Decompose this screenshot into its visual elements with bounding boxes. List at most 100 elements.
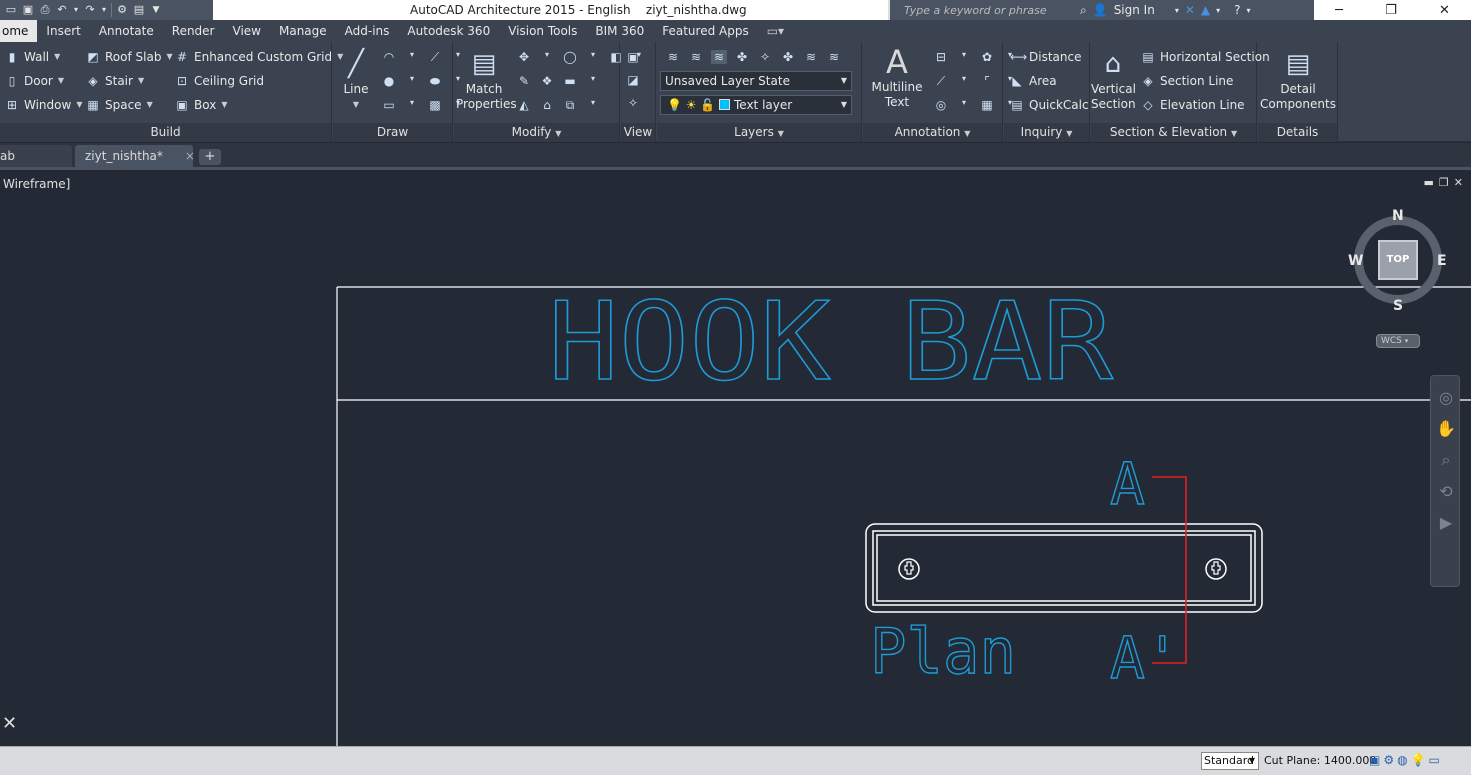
compass-south[interactable]: S bbox=[1393, 298, 1403, 314]
minimize-icon[interactable]: ─ bbox=[1335, 3, 1343, 18]
dropdown-icon[interactable]: ▾ bbox=[585, 50, 601, 64]
redo-dropdown-icon[interactable]: ▾ bbox=[100, 3, 108, 17]
trim-icon[interactable]: ✎ bbox=[516, 74, 532, 88]
annotation-monitor-icon[interactable]: ▣ bbox=[1369, 753, 1380, 767]
dropdown-icon[interactable]: ▾ bbox=[585, 74, 601, 88]
ribbon-minimize-icon[interactable]: ▭▾ bbox=[758, 20, 784, 42]
rectangle-icon[interactable]: ▭ bbox=[381, 98, 397, 112]
elevation-line-button[interactable]: ◇ Elevation Line bbox=[1141, 94, 1244, 116]
roof-slab-button[interactable]: ◩ Roof Slab ▼ bbox=[86, 46, 172, 68]
area-button[interactable]: ◣ Area bbox=[1010, 70, 1056, 92]
rotate-icon[interactable]: ◯ bbox=[562, 50, 578, 64]
box-button[interactable]: ▣ Box ▼ bbox=[175, 94, 227, 116]
dropdown-icon[interactable]: ▾ bbox=[404, 74, 420, 89]
close-tab-icon[interactable]: × bbox=[185, 149, 195, 163]
display-configuration-combo[interactable]: Standard ▼ bbox=[1201, 752, 1259, 770]
screw-hole-left[interactable] bbox=[898, 558, 920, 580]
panel-title-layers[interactable]: Layers ▼ bbox=[657, 123, 861, 142]
viewcube-top-face[interactable]: TOP bbox=[1378, 240, 1418, 280]
print-icon[interactable]: ⎙ bbox=[38, 3, 52, 17]
steering-wheel-icon[interactable]: ◎ bbox=[1431, 388, 1461, 407]
scale-icon[interactable]: ⌂ bbox=[539, 98, 555, 113]
door-button[interactable]: ▯ Door ▼ bbox=[5, 70, 64, 92]
layer-lock-icon[interactable]: ≋ bbox=[803, 50, 819, 64]
array-icon[interactable]: ⧉ bbox=[562, 98, 578, 113]
section-label-bottom[interactable]: A' bbox=[1109, 623, 1180, 692]
ellipse-icon[interactable]: ⬬ bbox=[427, 74, 443, 89]
panel-title-inquiry[interactable]: Inquiry ▼ bbox=[1004, 123, 1089, 142]
ucs-icon[interactable]: ✧ bbox=[625, 96, 641, 110]
tab-insert[interactable]: Insert bbox=[37, 20, 89, 42]
compass-west[interactable]: W bbox=[1348, 253, 1363, 269]
view-cube-icon[interactable]: ▣ bbox=[625, 50, 641, 64]
layer-freeze-icon[interactable]: ✤ bbox=[780, 50, 796, 64]
file-tab-previous[interactable]: ab bbox=[0, 145, 72, 167]
wcs-menu[interactable]: WCS ▾ bbox=[1376, 334, 1420, 348]
showmotion-icon[interactable]: ▶ bbox=[1431, 513, 1461, 532]
tab-vision-tools[interactable]: Vision Tools bbox=[499, 20, 586, 42]
clean-screen-icon[interactable]: ▭ bbox=[1429, 753, 1440, 767]
space-button[interactable]: ▦ Space ▼ bbox=[86, 94, 152, 116]
tab-autodesk-360[interactable]: Autodesk 360 bbox=[398, 20, 499, 42]
undo-dropdown-icon[interactable]: ▾ bbox=[72, 3, 80, 17]
restore-icon[interactable]: ❐ bbox=[1385, 3, 1397, 18]
search-input[interactable] bbox=[904, 1, 1074, 19]
copy-icon[interactable]: ❖ bbox=[539, 74, 555, 88]
drawing-canvas[interactable]: Wireframe] ▬ ❐ ✕ HOOK BAR A A' Plan TOP … bbox=[0, 170, 1471, 746]
pan-hand-icon[interactable]: ✋ bbox=[1431, 419, 1461, 438]
save-icon[interactable]: ▣ bbox=[21, 3, 35, 17]
workspace-switch-icon[interactable]: ⚙ bbox=[1383, 753, 1394, 767]
leader-icon[interactable]: ⟋ bbox=[933, 74, 949, 89]
dropdown-icon[interactable]: ▾ bbox=[956, 74, 972, 89]
stretch-icon[interactable]: ▬ bbox=[562, 74, 578, 88]
table-icon[interactable]: ▦ bbox=[979, 98, 995, 112]
layer-previous-icon[interactable]: ≋ bbox=[711, 50, 727, 64]
exchange-icon[interactable]: ✕ bbox=[1185, 3, 1195, 17]
panel-title-modify[interactable]: Modify ▼ bbox=[454, 123, 619, 142]
properties-icon[interactable]: ▤ bbox=[132, 3, 146, 17]
help-dropdown-icon[interactable]: ▾ bbox=[1247, 6, 1251, 15]
panel-title-view[interactable]: View bbox=[621, 123, 655, 142]
zoom-extents-icon[interactable]: ⌕ bbox=[1431, 450, 1461, 470]
viewcube[interactable]: TOP N S E W WCS ▾ bbox=[1348, 206, 1448, 348]
user-icon[interactable]: 👤 bbox=[1093, 3, 1108, 17]
file-tab-ziyt-nishtha[interactable]: ziyt_nishtha* × bbox=[75, 145, 195, 167]
hatch-icon[interactable]: ▩ bbox=[427, 98, 443, 112]
new-tab-icon[interactable]: + bbox=[199, 149, 221, 165]
layer-state-combo[interactable]: Unsaved Layer State ▼ bbox=[660, 71, 852, 91]
ceiling-grid-button[interactable]: ⊡ Ceiling Grid bbox=[175, 70, 264, 92]
customize-qat-icon[interactable]: ▼ bbox=[149, 3, 163, 17]
open-icon[interactable]: ▭ bbox=[4, 3, 18, 17]
hook-bar-outer-outline[interactable] bbox=[865, 523, 1263, 613]
dropdown-icon[interactable]: ▾ bbox=[404, 98, 420, 112]
plan-label[interactable]: Plan bbox=[869, 614, 1016, 688]
sign-in-dropdown-icon[interactable]: ▾ bbox=[1175, 6, 1179, 15]
panel-title-annotation[interactable]: Annotation ▼ bbox=[863, 123, 1002, 142]
tab-featured-apps[interactable]: Featured Apps bbox=[653, 20, 757, 42]
a360-icon[interactable]: ▲ bbox=[1201, 3, 1210, 17]
panel-title-section-elevation[interactable]: Section & Elevation ▼ bbox=[1091, 123, 1256, 142]
tab-annotate[interactable]: Annotate bbox=[90, 20, 163, 42]
panel-title-details[interactable]: Details bbox=[1258, 123, 1337, 142]
screw-hole-right[interactable] bbox=[1205, 558, 1227, 580]
drawing-title-text[interactable]: HOOK BAR bbox=[547, 279, 1115, 406]
stair-button[interactable]: ◈ Stair ▼ bbox=[86, 70, 144, 92]
redo-icon[interactable]: ↷ bbox=[83, 3, 97, 17]
layer-isolate-icon[interactable]: ✤ bbox=[734, 50, 750, 64]
wall-button[interactable]: ▮ Wall ▼ bbox=[5, 46, 61, 68]
match-properties-button[interactable]: ▤ Match Properties bbox=[456, 48, 517, 112]
revision-cloud-icon[interactable]: ◎ bbox=[933, 98, 949, 112]
compass-north[interactable]: N bbox=[1392, 208, 1404, 224]
line-button[interactable]: ╱ Line ▼ bbox=[339, 48, 373, 112]
quickcalc-button[interactable]: ▤ QuickCalc bbox=[1010, 94, 1088, 116]
panel-title-build[interactable]: Build bbox=[0, 123, 331, 142]
hook-bar-plate-inner[interactable] bbox=[876, 534, 1252, 602]
tab-bim-360[interactable]: BIM 360 bbox=[586, 20, 653, 42]
undo-icon[interactable]: ↶ bbox=[55, 3, 69, 17]
enhanced-custom-grid-button[interactable]: # Enhanced Custom Grid ▼ bbox=[175, 46, 343, 68]
cut-plane-readout[interactable]: Cut Plane: 1400.000 bbox=[1264, 754, 1376, 767]
panel-title-draw[interactable]: Draw bbox=[333, 123, 452, 142]
visual-style-icon[interactable]: ◪ bbox=[625, 73, 641, 87]
dropdown-icon[interactable]: ▾ bbox=[956, 50, 972, 64]
compass-east[interactable]: E bbox=[1437, 253, 1447, 269]
